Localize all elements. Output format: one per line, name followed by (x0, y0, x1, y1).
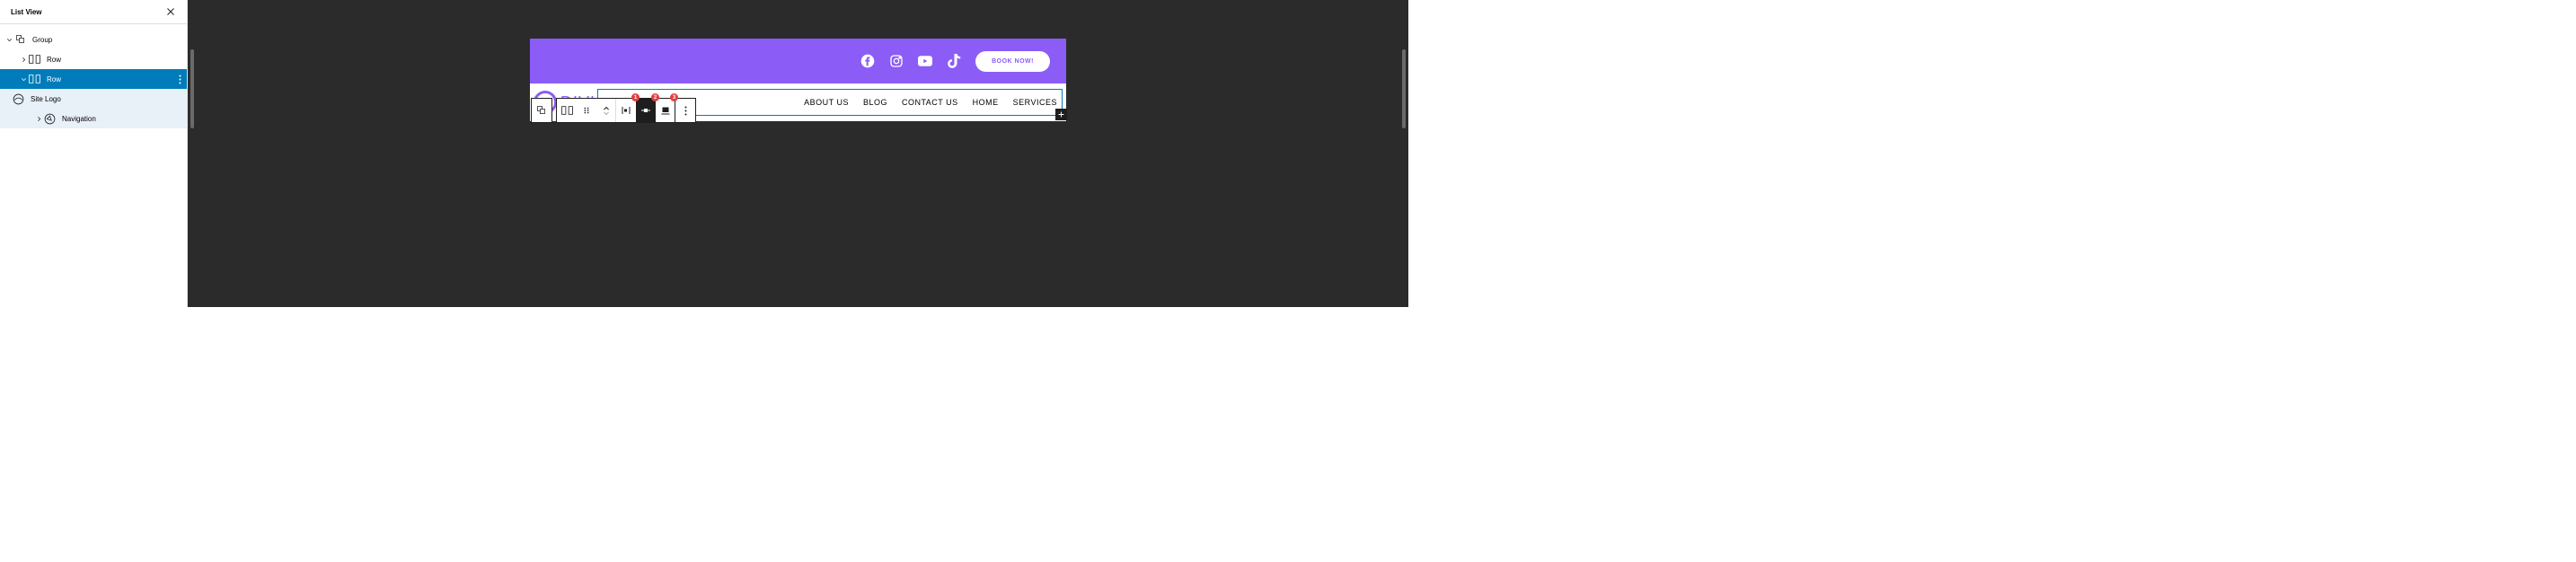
tree-item-navigation[interactable]: Navigation (0, 109, 187, 128)
nav-link[interactable]: ABOUT US (804, 98, 849, 107)
top-bar: BOOK NOW! (530, 39, 1066, 83)
block-tree: Group Row Row Site Logo Navigation (0, 24, 187, 128)
close-icon[interactable] (165, 6, 176, 17)
sidebar-title: List View (11, 8, 42, 16)
tree-label: Row (47, 75, 61, 83)
scrollbar-handle[interactable] (190, 49, 194, 128)
add-block-button[interactable] (1055, 109, 1067, 120)
toolbar-main-box: 1 2 3 (556, 98, 696, 123)
align-button[interactable]: 2 (636, 99, 656, 122)
youtube-icon[interactable] (918, 54, 932, 68)
justify-button[interactable]: 1 (616, 99, 636, 122)
annotation-badge: 3 (670, 93, 678, 101)
options-icon[interactable] (179, 74, 181, 85)
tree-label: Navigation (62, 115, 96, 123)
scrollbar-handle[interactable] (1402, 49, 1406, 128)
group-block-icon (14, 34, 26, 46)
block-toolbar: 1 2 3 (531, 98, 696, 123)
tree-label: Row (47, 56, 61, 64)
more-options-button[interactable] (675, 99, 695, 122)
sidebar-header: List View (0, 0, 187, 24)
move-buttons[interactable] (596, 99, 616, 122)
annotation-badge: 2 (651, 93, 659, 101)
book-now-button[interactable]: BOOK NOW! (975, 51, 1050, 72)
page-preview: BOOK NOW! 1 2 (530, 39, 1066, 121)
chevron-right-icon[interactable] (34, 114, 44, 124)
chevron-down-icon[interactable] (4, 35, 14, 45)
nav-link[interactable]: BLOG (863, 98, 887, 107)
instagram-icon[interactable] (889, 54, 904, 68)
row-block-type-button[interactable] (557, 99, 577, 122)
nav-link[interactable]: HOME (973, 98, 999, 107)
list-view-panel: List View Group Row Row Site Logo (0, 0, 188, 307)
tree-item-row[interactable]: Row (0, 49, 187, 69)
site-logo-block-icon (13, 93, 24, 105)
row-block-icon (29, 54, 40, 66)
width-button[interactable]: 3 (656, 99, 675, 122)
select-parent-button[interactable] (532, 99, 551, 122)
nav-link[interactable]: CONTACT US (902, 98, 958, 107)
tree-item-group[interactable]: Group (0, 30, 187, 49)
toolbar-parent-box (531, 98, 552, 123)
tree-label: Group (32, 36, 52, 44)
drag-handle-button[interactable] (577, 99, 596, 122)
facebook-icon[interactable] (860, 54, 875, 68)
tree-item-site-logo[interactable]: Site Logo (0, 89, 187, 109)
editor-canvas: BOOK NOW! 1 2 (188, 0, 1408, 307)
row-block-icon (29, 74, 40, 85)
chevron-down-icon[interactable] (19, 75, 29, 84)
tree-item-row-selected[interactable]: Row (0, 69, 187, 89)
navigation-block-icon (44, 113, 56, 125)
tiktok-icon[interactable] (947, 54, 961, 68)
nav-link[interactable]: SERVICES (1013, 98, 1057, 107)
annotation-badge: 1 (631, 93, 640, 101)
tree-label: Site Logo (31, 95, 61, 103)
chevron-right-icon[interactable] (19, 55, 29, 65)
